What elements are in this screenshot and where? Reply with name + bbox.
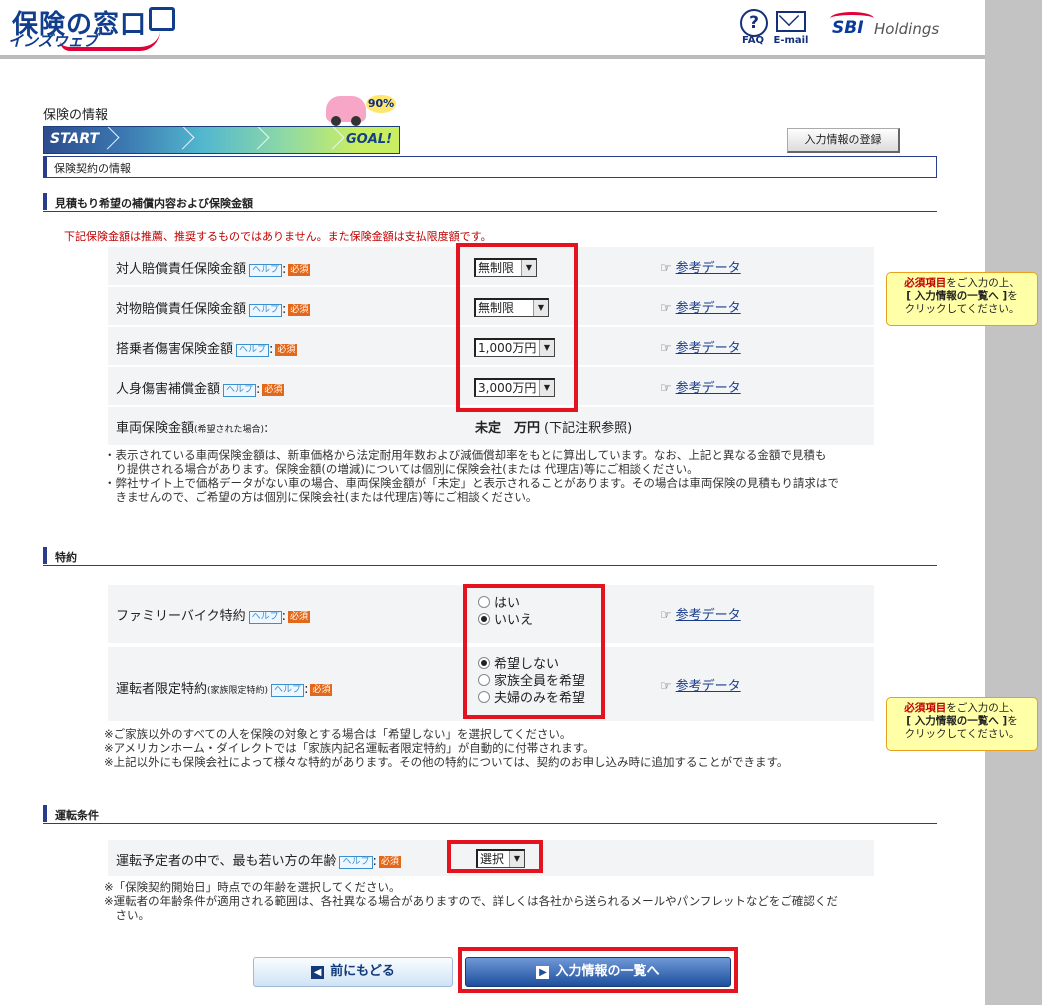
required-badge: 必須 [262, 384, 285, 396]
driver-age-label: 運転予定者の中で、最も若い方の年齢 [116, 854, 337, 869]
help-button[interactable]: ヘルプ [236, 344, 270, 357]
header-divider [0, 55, 985, 59]
highlight-box-next [458, 947, 738, 993]
required-badge: 必須 [310, 684, 333, 696]
driver-limit-label: 運転者限定特約 [116, 682, 208, 697]
coverage-notes: ・表示されている車両保険金額は、新車価格から法定耐用年数および減価償却率をもとに… [104, 448, 839, 504]
highlight-box-age [447, 840, 543, 873]
right-gutter [985, 0, 1042, 1005]
reference-data-link[interactable]: 参考データ [676, 261, 741, 276]
coverage-heading: 見積もり希望の補償内容および保険金額 [43, 193, 937, 212]
section-title: 保険契約の情報 [54, 162, 131, 175]
sbi-logo: SBI [832, 18, 864, 38]
chevron-right-icon [170, 127, 195, 150]
progress-start-label: START [50, 131, 100, 147]
reference-data-link[interactable]: 参考データ [676, 381, 741, 396]
progress-percent-badge: 90% [366, 95, 396, 113]
vehicle-note: (下記注釈参照) [544, 421, 633, 436]
faq-link[interactable]: FAQ [738, 35, 768, 46]
help-button[interactable]: ヘルプ [271, 684, 305, 697]
required-badge: 必須 [288, 264, 311, 276]
register-input-button[interactable]: 入力情報の登録 [787, 128, 900, 153]
page-title: 保険の情報 [43, 108, 109, 123]
tokuyaku-heading-text: 特約 [55, 551, 77, 564]
pointing-hand-icon: ☞ [660, 301, 672, 316]
family-bike-label: ファミリーバイク特約 [116, 609, 246, 624]
highlight-box-tokuyaku [463, 584, 605, 719]
coverage-notice: 下記保険金額は推薦、推奨するものではありません。また保険金額は支払限度額です。 [64, 230, 492, 243]
required-badge: 必須 [288, 611, 311, 623]
section-header-contract: 保険契約の情報 [43, 156, 937, 178]
required-badge: 必須 [378, 856, 401, 868]
help-button[interactable]: ヘルプ [339, 856, 373, 869]
required-tooltip: 必須項目をご入力の上、 [ 入力情報の一覧へ ]を クリックしてください。 [886, 272, 1038, 326]
chevron-right-icon [320, 127, 345, 150]
progress-bar: START GOAL! [43, 126, 400, 154]
help-button[interactable]: ヘルプ [248, 611, 282, 624]
vehicle-value: 未定 万円 [475, 421, 541, 436]
arrow-left-icon: ◀ [311, 966, 325, 979]
faq-icon[interactable]: ? [740, 9, 768, 37]
reference-data-link[interactable]: 参考データ [676, 301, 741, 316]
coverage-heading-text: 見積もり希望の補償内容および保険金額 [55, 197, 253, 210]
vehicle-label: 車両保険金額 [116, 421, 195, 436]
required-badge: 必須 [288, 304, 311, 316]
back-button[interactable]: ◀ 前にもどる [253, 957, 453, 987]
driver-limit-label-small: (家族限定特約) [207, 686, 269, 696]
chevron-right-icon [245, 127, 270, 150]
highlight-box-coverage [456, 243, 578, 412]
email-link[interactable]: E-mail [772, 35, 810, 46]
required-tooltip: 必須項目をご入力の上、 [ 入力情報の一覧へ ]を クリックしてください。 [886, 697, 1038, 751]
help-button[interactable]: ヘルプ [249, 304, 283, 317]
reference-data-link[interactable]: 参考データ [676, 341, 741, 356]
pointing-hand-icon: ☞ [660, 341, 672, 356]
pointing-hand-icon: ☞ [660, 381, 672, 396]
coverage-label: 対物賠償責任保険金額 [116, 302, 247, 317]
holdings-text: Holdings [874, 20, 940, 38]
coverage-label: 搭乗者傷害保険金額 [116, 342, 234, 357]
pointing-hand-icon: ☞ [660, 261, 672, 276]
coverage-label: 対人賠償責任保険金額 [116, 262, 247, 277]
tokuyaku-notes: ※ご家族以外のすべての人を保険の対象とする場合は「希望しない」を選択してください… [104, 727, 789, 769]
logo-subtitle: インズウェブ [8, 32, 98, 50]
driving-heading-text: 運転条件 [55, 809, 99, 822]
logo-window-icon [149, 7, 176, 31]
email-icon[interactable] [776, 11, 806, 32]
coverage-label: 人身傷害補償金額 [116, 382, 221, 397]
car-mascot-icon [326, 96, 366, 126]
reference-data-link[interactable]: 参考データ [676, 679, 741, 694]
tokuyaku-heading: 特約 [43, 547, 937, 566]
help-button[interactable]: ヘルプ [223, 384, 257, 397]
driving-heading: 運転条件 [43, 805, 937, 824]
pointing-hand-icon: ☞ [660, 679, 672, 694]
help-button[interactable]: ヘルプ [249, 264, 283, 277]
vehicle-label-small: (希望された場合) [194, 425, 265, 435]
required-badge: 必須 [275, 344, 298, 356]
pointing-hand-icon: ☞ [660, 608, 672, 623]
coverage-row-vehicle: 車両保険金額(希望された場合): 未定 万円 (下記注釈参照) [108, 407, 874, 445]
reference-data-link[interactable]: 参考データ [676, 608, 741, 623]
progress-goal-label: GOAL! [346, 132, 392, 147]
driving-notes: ※「保険契約開始日」時点での年齢を選択してください。 ※運転者の年齢条件が適用さ… [104, 880, 838, 922]
